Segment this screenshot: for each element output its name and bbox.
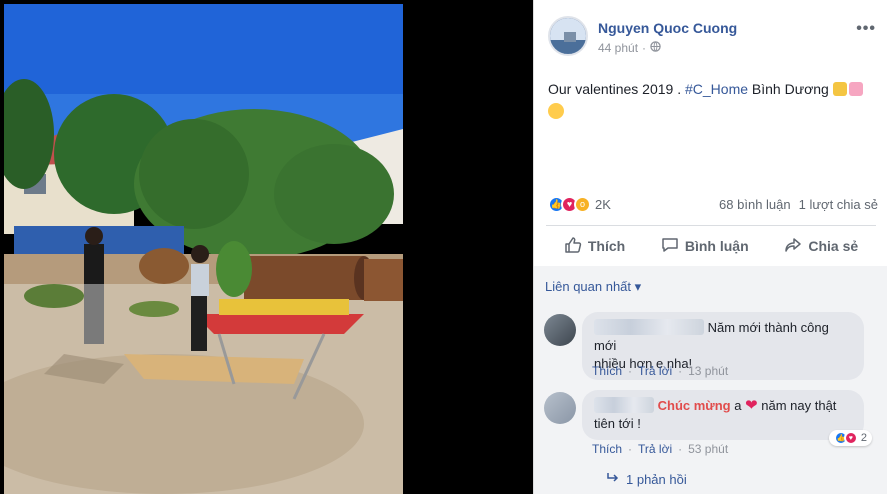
post-caption: Our valentines 2019 . #C_Home Bình Dương [548,79,873,122]
comment-count[interactable]: 68 bình luận [719,197,791,212]
comment-label: Bình luận [684,238,749,254]
commenter-avatar[interactable] [544,392,576,424]
comment-text-a: a [730,398,746,413]
comment-reply-link[interactable]: Trả lời [638,364,672,378]
comment-actions: Thích · Trả lời · 13 phút [592,364,728,378]
photo-viewer: Nguyen Quoc Cuong 44 phút · ••• Our vale… [0,0,887,494]
action-separator: · [628,442,633,456]
replies-label: 1 phản hồi [626,472,687,487]
commenter-name-blurred[interactable] [594,397,654,413]
stats-right: 68 bình luận 1 lượt chia sẻ [719,197,878,212]
comment-mention[interactable]: Chúc mừng [658,398,731,413]
heart-emoji-icon: ❤ [745,397,758,414]
comment-like-link[interactable]: Thích [592,442,622,456]
kiss-emoji-icon [548,103,564,119]
photo-pane [0,0,533,494]
share-icon [784,236,802,257]
meta-separator: · [642,41,647,55]
share-count[interactable]: 1 lượt chia sẻ [799,197,878,212]
share-label: Chia sẻ [808,238,859,254]
author-avatar[interactable] [548,16,588,56]
post-time[interactable]: 44 phút [598,41,638,55]
view-replies-link[interactable]: 1 phản hồi [606,472,687,487]
action-separator: · [678,442,683,456]
hashtag-link[interactable]: #C_Home [685,81,748,97]
post-photo[interactable] [4,4,403,494]
comment-bubble: Chúc mừng a ❤ năm nay thật tiên tới ! [582,390,864,440]
more-options-button[interactable]: ••• [856,20,876,38]
action-bar: Thích Bình luận Chia sẻ [546,228,876,264]
comment-reaction-count: 2 [860,432,867,444]
post-sidebar: Nguyen Quoc Cuong 44 phút · ••• Our vale… [533,0,887,494]
comment-sort-dropdown[interactable]: Liên quan nhất ▾ [545,279,641,295]
commenter-name-blurred[interactable] [594,319,704,335]
love-reaction-icon: ♥ [843,431,858,445]
globe-icon [650,41,661,55]
caret-down-icon: ▾ [634,279,642,294]
wow-reaction-icon[interactable]: o [574,195,591,213]
comment-time[interactable]: 53 phút [688,442,728,456]
caption-location: Bình Dương [748,81,833,97]
comment-button[interactable]: Bình luận [661,236,749,257]
reaction-count[interactable]: 2K [595,197,611,212]
comment-like-link[interactable]: Thích [592,364,622,378]
party-emoji-icon [848,82,863,96]
caption-text: Our valentines 2019 . [548,81,685,97]
gift-emoji-icon [832,82,847,96]
share-button[interactable]: Chia sẻ [784,236,858,257]
comment-time[interactable]: 13 phút [688,364,728,378]
reaction-stats: 👍 ♥ o 2K 68 bình luận 1 lượt chia sẻ [548,194,878,214]
comment-icon [661,236,679,257]
action-separator: · [628,364,633,378]
comment-reactions[interactable]: 👍 ♥ 2 [828,430,872,446]
post-header: Nguyen Quoc Cuong 44 phút · ••• [548,16,878,62]
sort-label: Liên quan nhất [545,279,632,294]
reply-arrow-icon [606,472,620,487]
author-name[interactable]: Nguyen Quoc Cuong [598,20,737,36]
like-label: Thích [587,238,626,254]
like-button[interactable]: Thích [564,236,625,257]
action-separator: · [678,364,683,378]
divider-top [546,225,876,226]
comments-section: Liên quan nhất ▾ Năm mới thành công mới … [534,266,887,494]
commenter-avatar[interactable] [544,314,576,346]
thumbs-up-icon [564,236,582,257]
comment-reply-link[interactable]: Trả lời [638,442,672,456]
post-meta: 44 phút · [598,41,661,55]
comment-text-b: năm nay thật [757,398,837,413]
comment-text-line2: tiên tới ! [594,416,641,431]
comment-actions: Thích · Trả lời · 53 phút [592,442,728,456]
